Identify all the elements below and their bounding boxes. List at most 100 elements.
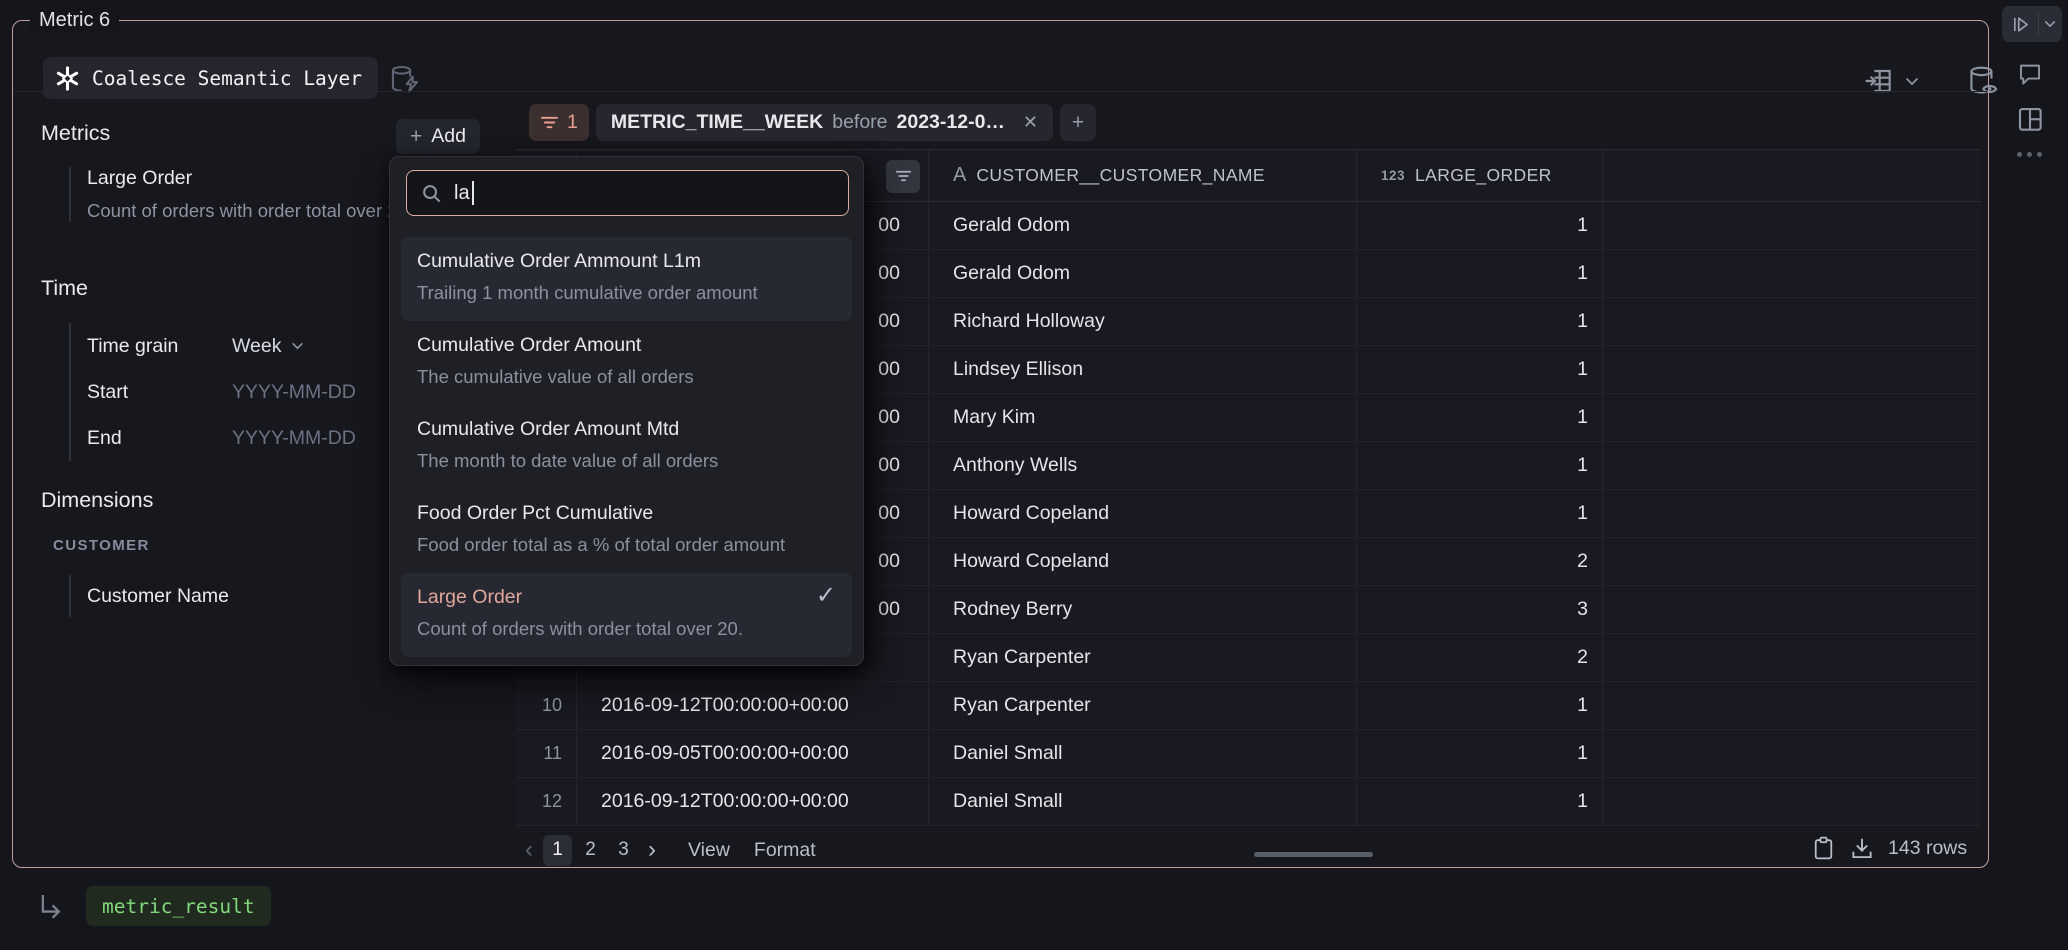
row-count: 143 rows <box>1888 837 1967 860</box>
output-variable-chip[interactable]: metric_result <box>86 886 271 926</box>
filler-cell <box>1603 250 1981 297</box>
metric-cell-canvas: Coalesce Semantic Layer Metrics Large Or… <box>0 0 2068 950</box>
dropdown-option[interactable]: Cumulative Order Ammount L1m Trailing 1 … <box>401 237 852 321</box>
customer-name-cell: Richard Holloway <box>929 298 1357 345</box>
output-table-icon[interactable] <box>1863 65 1895 97</box>
customer-name-cell: Ryan Carpenter <box>929 634 1357 681</box>
dimension-item-customer-name[interactable]: Customer Name <box>69 575 229 617</box>
download-icon[interactable] <box>1849 835 1875 862</box>
column-label: CUSTOMER__CUSTOMER_NAME <box>976 165 1265 186</box>
database-lightning-icon[interactable] <box>387 62 423 98</box>
dropdown-option[interactable]: Large Order Count of orders with order t… <box>401 573 852 657</box>
time-grain-select[interactable]: Week <box>232 335 304 358</box>
filter-chip[interactable]: METRIC_TIME__WEEK before 2023-12-0… ✕ <box>596 104 1053 141</box>
customer-name-cell: Gerald Odom <box>929 202 1357 249</box>
customer-name-cell: Daniel Small <box>929 778 1357 825</box>
large-order-cell: 3 <box>1357 586 1603 633</box>
filler-cell <box>1603 394 1981 441</box>
more-options-icon[interactable] <box>2017 152 2042 157</box>
chevron-down-icon[interactable] <box>1905 77 1919 86</box>
large-order-cell: 1 <box>1357 730 1603 777</box>
dimensions-heading: Dimensions <box>41 488 153 513</box>
check-icon: ✓ <box>816 581 836 610</box>
row-number-cell: 11 <box>516 730 577 777</box>
chevron-down-icon <box>291 342 304 350</box>
add-metric-button[interactable]: + Add <box>396 119 480 154</box>
filter-bar: 1 METRIC_TIME__WEEK before 2023-12-0… ✕ … <box>529 104 1096 141</box>
filler-cell <box>1603 778 1981 825</box>
time-end-input[interactable]: YYYY-MM-DD <box>232 427 356 450</box>
page-button-3[interactable]: 3 <box>609 835 638 866</box>
pagination: ‹ 123 › View Format <box>517 831 816 869</box>
large-order-cell: 1 <box>1357 442 1603 489</box>
chevron-down-icon[interactable] <box>2044 20 2056 28</box>
large-order-cell: 1 <box>1357 202 1603 249</box>
customer-name-cell: Rodney Berry <box>929 586 1357 633</box>
page-prev-icon[interactable]: ‹ <box>517 836 541 864</box>
view-menu[interactable]: View <box>688 839 730 862</box>
large-order-header[interactable]: 123 LARGE_ORDER <box>1357 150 1603 201</box>
run-cell-button[interactable] <box>2002 6 2062 42</box>
filter-field: METRIC_TIME__WEEK <box>611 111 823 134</box>
large-order-cell: 2 <box>1357 538 1603 585</box>
large-order-cell: 1 <box>1357 250 1603 297</box>
horizontal-scrollbar[interactable] <box>1254 852 1373 857</box>
time-grain-label: Time grain <box>87 335 178 358</box>
customer-name-cell: Ryan Carpenter <box>929 682 1357 729</box>
table-row[interactable]: 12 2016-09-12T00:00:00+00:00 Daniel Smal… <box>516 778 1981 826</box>
button-divider <box>2038 12 2039 36</box>
option-description: Trailing 1 month cumulative order amount <box>417 282 836 304</box>
filler-cell <box>1603 682 1981 729</box>
filter-lines-icon <box>540 115 559 130</box>
copy-icon[interactable] <box>1811 835 1836 862</box>
page-button-2[interactable]: 2 <box>576 835 605 866</box>
customer-name-header[interactable]: A CUSTOMER__CUSTOMER_NAME <box>929 150 1357 201</box>
time-end-label: End <box>87 427 122 450</box>
filler-cell <box>1603 586 1981 633</box>
text-type-icon: A <box>953 164 966 187</box>
dropdown-option[interactable]: Cumulative Order Amount Mtd The month to… <box>401 405 852 489</box>
metric-cell-frame: Coalesce Semantic Layer Metrics Large Or… <box>12 20 1989 868</box>
page-list: 123 <box>541 835 640 866</box>
page-button-1[interactable]: 1 <box>543 835 572 866</box>
page-next-icon[interactable]: › <box>640 836 664 864</box>
large-order-cell: 1 <box>1357 346 1603 393</box>
table-row[interactable]: 10 2016-09-12T00:00:00+00:00 Ryan Carpen… <box>516 682 1981 730</box>
option-title: Cumulative Order Amount Mtd <box>417 418 836 441</box>
filler-cell <box>1603 346 1981 393</box>
time-cell: 2016-09-12T00:00:00+00:00 <box>577 682 929 729</box>
option-description: The cumulative value of all orders <box>417 366 836 388</box>
table-row[interactable]: 11 2016-09-05T00:00:00+00:00 Daniel Smal… <box>516 730 1981 778</box>
dropdown-option[interactable]: Cumulative Order Amount The cumulative v… <box>401 321 852 405</box>
plus-icon: + <box>410 125 422 149</box>
column-label: LARGE_ORDER <box>1415 165 1552 186</box>
row-number-cell: 12 <box>516 778 577 825</box>
filler-cell <box>1603 298 1981 345</box>
option-title: Cumulative Order Amount <box>417 334 836 357</box>
dimension-group-label: CUSTOMER <box>53 537 150 554</box>
cell-title[interactable]: Metric 6 <box>30 6 119 34</box>
large-order-cell: 1 <box>1357 682 1603 729</box>
text-cursor <box>472 181 474 205</box>
close-icon[interactable]: ✕ <box>1023 112 1038 133</box>
filter-count-chip[interactable]: 1 <box>529 104 589 141</box>
comment-icon[interactable] <box>2016 60 2044 87</box>
output-arrow-icon <box>36 891 68 923</box>
option-description: Count of orders with order total over 20… <box>417 618 836 640</box>
filter-value: 2023-12-0… <box>897 111 1005 134</box>
time-heading: Time <box>41 276 88 301</box>
dropdown-option[interactable]: Food Order Pct Cumulative Food order tot… <box>401 489 852 573</box>
column-filter-button[interactable] <box>886 160 920 193</box>
large-order-cell: 1 <box>1357 394 1603 441</box>
metric-search-box[interactable]: la <box>406 170 849 216</box>
add-filter-button[interactable]: + <box>1060 104 1096 141</box>
source-chip[interactable]: Coalesce Semantic Layer <box>43 57 378 99</box>
format-menu[interactable]: Format <box>754 839 816 862</box>
large-order-cell: 2 <box>1357 634 1603 681</box>
table-footer-tools: 143 rows <box>1811 835 1967 862</box>
layout-panels-icon[interactable] <box>2015 104 2045 134</box>
preview-data-icon[interactable] <box>1965 63 2005 99</box>
option-title: Large Order <box>417 586 836 609</box>
time-start-input[interactable]: YYYY-MM-DD <box>232 381 356 404</box>
customer-name-cell: Daniel Small <box>929 730 1357 777</box>
